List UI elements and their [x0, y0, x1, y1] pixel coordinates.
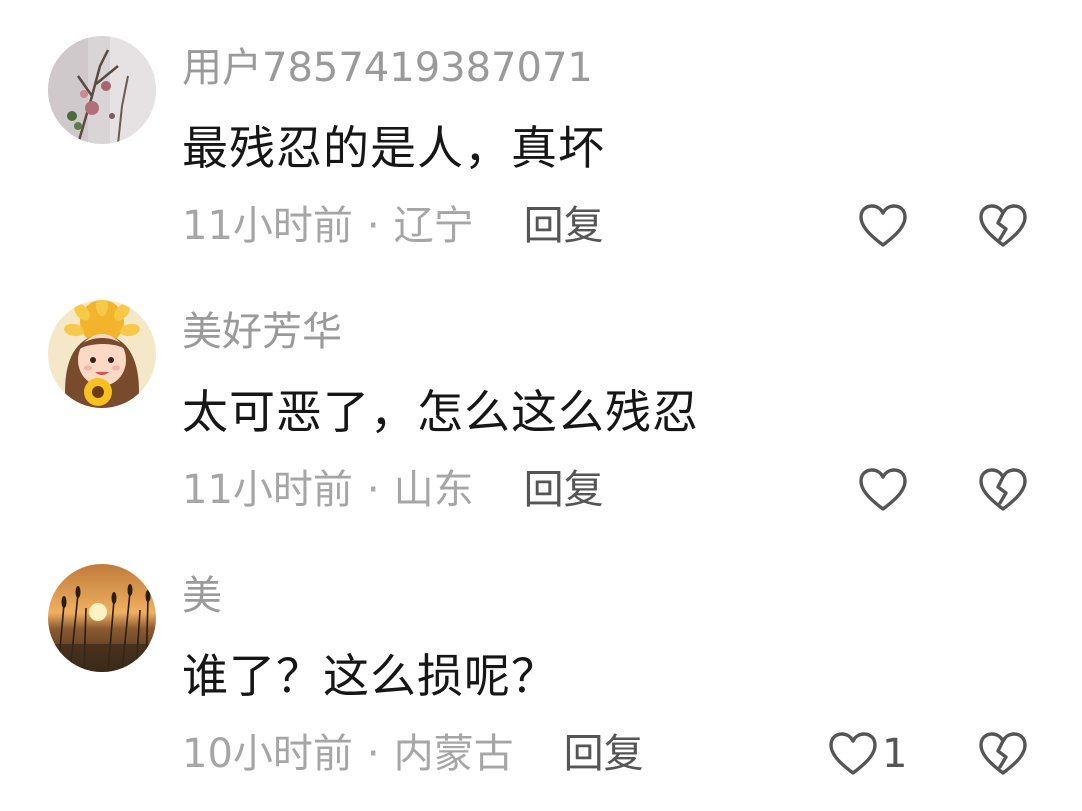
heart-outline-icon — [858, 467, 908, 513]
meta-separator: · — [366, 731, 380, 777]
comment-location: 内蒙古 — [393, 731, 514, 777]
avatar[interactable] — [48, 300, 156, 408]
username[interactable]: 美好芳华 — [182, 306, 342, 358]
comment-item: 用户7857419387071 最残忍的是人，真坏 11小时前 · 辽宁 回复 — [0, 0, 1082, 265]
meta-separator: · — [366, 203, 380, 249]
comment-item: 美 谁了？这么损呢？ 10小时前 · 内蒙古 回复 1 — [0, 528, 1082, 793]
comment-time: 11小时前 — [182, 467, 353, 513]
reply-button[interactable]: 回复 — [564, 728, 644, 780]
broken-heart-icon — [978, 203, 1028, 249]
meta-separator: · — [366, 467, 380, 513]
reply-button[interactable]: 回复 — [524, 464, 604, 516]
comment-meta: 11小时前 · 辽宁 回复 — [182, 200, 604, 252]
comment-text: 太可恶了，怎么这么残忍 — [182, 385, 699, 439]
comment-time: 10小时前 — [182, 731, 353, 777]
heart-outline-icon — [828, 731, 878, 777]
like-count: 1 — [882, 731, 908, 777]
username[interactable]: 美 — [182, 570, 222, 622]
like-button[interactable] — [858, 464, 908, 516]
comment-text: 谁了？这么损呢？ — [182, 649, 558, 703]
comment-item: 美好芳华 太可恶了，怎么这么残忍 11小时前 · 山东 回复 — [0, 264, 1082, 529]
comment-list: 用户7857419387071 最残忍的是人，真坏 11小时前 · 辽宁 回复 — [0, 0, 1082, 811]
comment-time: 11小时前 — [182, 203, 353, 249]
comment-meta: 11小时前 · 山东 回复 — [182, 464, 604, 516]
dislike-button[interactable] — [978, 464, 1028, 516]
like-button[interactable] — [858, 200, 908, 252]
username[interactable]: 用户7857419387071 — [182, 42, 593, 94]
comment-location: 山东 — [393, 467, 474, 513]
broken-heart-icon — [978, 467, 1028, 513]
like-button[interactable]: 1 — [828, 728, 907, 780]
comment-meta: 10小时前 · 内蒙古 回复 — [182, 728, 644, 780]
reply-button[interactable]: 回复 — [524, 200, 604, 252]
dislike-button[interactable] — [978, 200, 1028, 252]
comment-location: 辽宁 — [393, 203, 474, 249]
comment-text: 最残忍的是人，真坏 — [182, 121, 605, 175]
broken-heart-icon — [978, 731, 1028, 777]
avatar[interactable] — [48, 564, 156, 672]
dislike-button[interactable] — [978, 728, 1028, 780]
heart-outline-icon — [858, 203, 908, 249]
avatar[interactable] — [48, 36, 156, 144]
